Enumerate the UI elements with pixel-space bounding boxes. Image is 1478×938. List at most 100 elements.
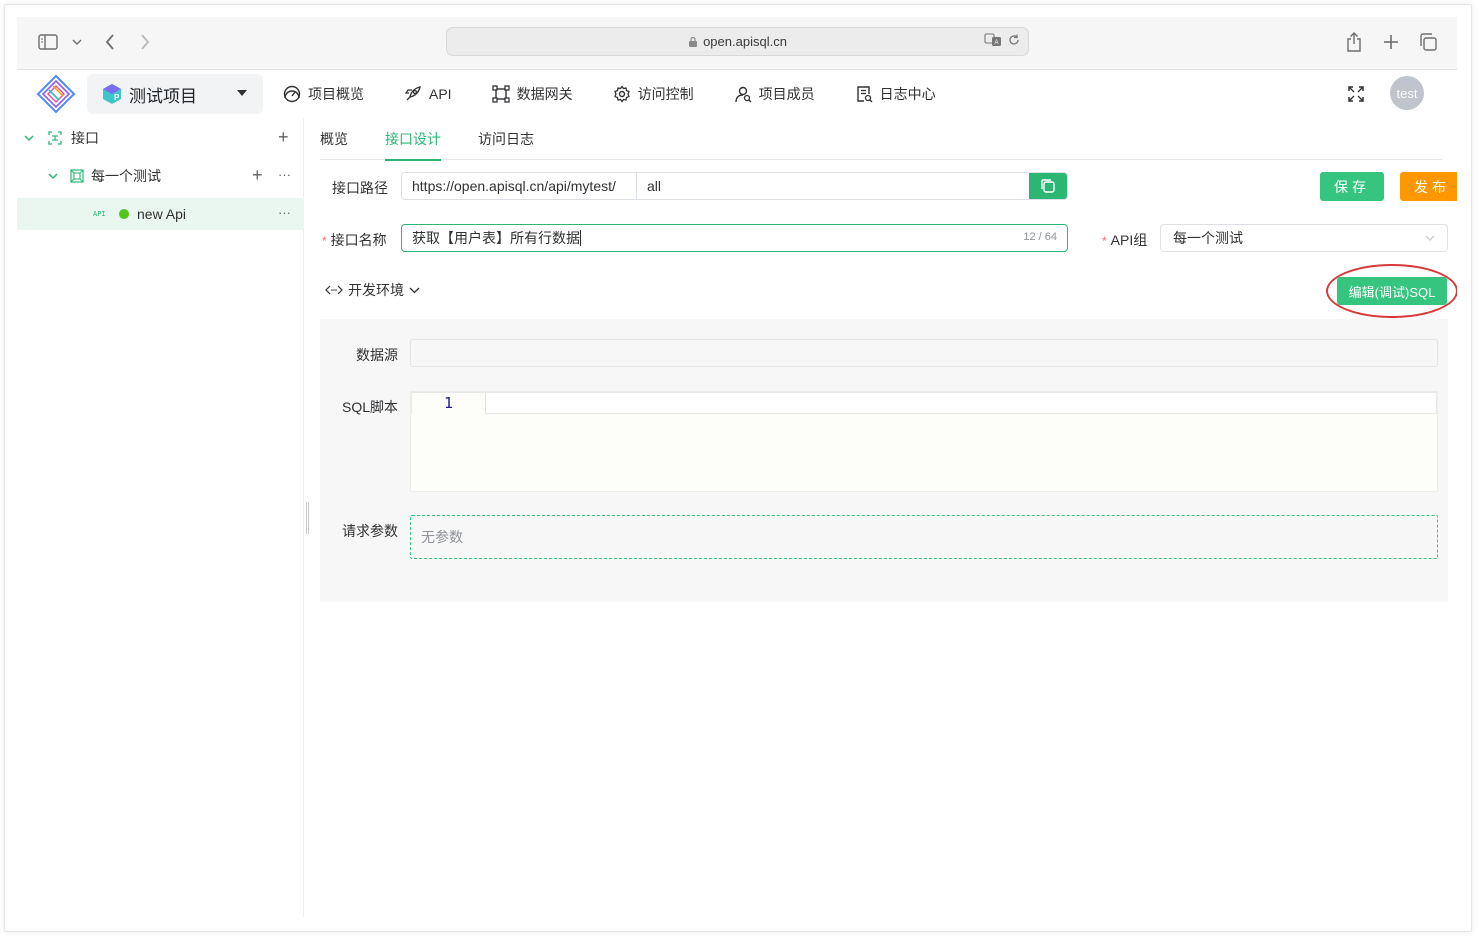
api-tag: API [93,210,106,218]
api-tree-sidebar: 接口 + 每一个测试 + ··· API new Api ··· [17,118,304,917]
tree-root-label: 接口 [71,130,99,146]
tab-label: 概览 [320,131,348,147]
tree-group-label: 每一个测试 [91,168,161,184]
environment-label: 开发环境 [348,282,404,298]
svg-text:A: A [994,40,998,46]
required-mark: * [1102,234,1107,248]
chevron-down-icon[interactable] [66,31,88,53]
interface-icon [48,131,62,145]
tree-api-label: new Api [137,206,187,222]
api-group-value: 每一个测试 [1173,230,1243,246]
nav-label: 项目概览 [308,86,364,102]
api-group-label: * API组 [1102,230,1147,250]
new-tab-icon[interactable] [1380,31,1402,53]
dashboard-icon [283,85,301,103]
char-counter: 12 / 64 [1023,231,1057,243]
path-prefix: https://open.apisql.cn/api/mytest/ [402,173,637,199]
fullscreen-icon[interactable] [1348,86,1364,102]
copy-button[interactable] [1029,173,1067,199]
nav-label: 日志中心 [879,86,936,102]
nav-label: API [429,86,452,102]
name-value: 获取【用户表】所有行数据 [412,230,580,246]
gateway-icon [491,85,510,103]
gear-icon [613,85,630,103]
text-cursor [580,230,581,246]
tab-interface-design[interactable]: 接口设计 [385,118,441,161]
address-bar[interactable]: open.apisql.cn A [446,27,1029,56]
apisql-logo[interactable] [35,74,77,114]
nav-label: 数据网关 [516,86,573,102]
chevron-down-icon[interactable] [24,133,34,143]
more-icon[interactable]: ··· [278,206,291,219]
tab-access-log[interactable]: 访问日志 [478,118,534,160]
tree-api-item[interactable]: API new Api ··· [17,198,304,230]
tree-group-item[interactable]: 每一个测试 + ··· [17,160,304,192]
nav-api[interactable]: API [404,85,452,103]
tab-label: 接口设计 [385,131,441,147]
sql-editor[interactable]: 1 [410,391,1438,492]
params-empty-text: 无参数 [421,529,463,545]
share-icon[interactable] [1343,31,1365,53]
tab-overview-icon[interactable] [1417,31,1439,53]
path-value-input[interactable]: all [637,173,1029,199]
nav-gateway[interactable]: 数据网关 [491,84,573,104]
main-nav: 项目概览 API 数据网关 访问控制 项目成员 日志中心 [283,70,976,118]
svg-text:P: P [114,93,120,102]
nav-access-control[interactable]: 访问控制 [613,84,694,104]
browser-toolbar: open.apisql.cn A [17,17,1457,70]
folder-api-icon [70,169,84,183]
browser-window: open.apisql.cn A P 测试项目 项目概览 API 数据网关 访问… [17,17,1457,917]
name-label: * 接口名称 [322,230,387,250]
api-group-label-text: API组 [1110,232,1148,248]
add-icon[interactable]: + [252,166,263,184]
nav-members[interactable]: 项目成员 [734,84,815,104]
tab-overview[interactable]: 概览 [320,118,348,160]
name-input[interactable]: 获取【用户表】所有行数据 12 / 64 [401,224,1068,252]
api-group-select[interactable]: 每一个测试 [1160,224,1448,252]
project-name: 测试项目 [129,86,197,106]
params-dropzone[interactable]: 无参数 [410,515,1438,559]
url-text: open.apisql.cn [703,34,787,49]
status-dot [119,209,129,219]
sql-config-panel: 数据源 SQL脚本 1 请求参数 无参数 [320,319,1448,602]
params-label: 请求参数 [342,523,398,539]
main-content: 概览 接口设计 访问日志 接口路径 https://open.apisql.cn… [305,118,1457,917]
editor-active-line: 1 [411,392,1437,414]
code-icon [325,285,343,295]
chevron-down-icon [1425,235,1435,241]
app-header: P 测试项目 项目概览 API 数据网关 访问控制 项目成员 日志中心 test [17,70,1457,118]
sidebar-toggle-icon[interactable] [37,31,59,53]
nav-label: 访问控制 [637,86,694,102]
datasource-select[interactable] [410,339,1438,367]
translate-icon[interactable]: A [984,33,1002,50]
project-selector[interactable]: P 测试项目 [87,74,263,114]
tab-bar: 概览 接口设计 访问日志 [320,118,1442,161]
sql-script-label: SQL脚本 [342,399,399,415]
members-icon [734,86,752,103]
more-icon[interactable]: ··· [278,168,291,181]
tab-label: 访问日志 [478,131,534,147]
copy-icon [1041,179,1055,193]
nav-label: 项目成员 [758,86,815,102]
rocket-icon [404,86,421,101]
publish-button[interactable]: 发布 [1400,172,1457,201]
forward-icon[interactable] [134,31,156,53]
line-number: 1 [412,393,486,414]
nav-overview[interactable]: 项目概览 [283,84,364,104]
nav-logs[interactable]: 日志中心 [855,84,936,104]
project-icon: P [103,84,121,104]
back-icon[interactable] [99,31,121,53]
chevron-down-icon[interactable] [48,171,58,181]
tree-root-interfaces[interactable]: 接口 + [17,122,304,154]
environment-selector[interactable]: 开发环境 [325,280,420,300]
avatar[interactable]: test [1390,76,1424,110]
save-button[interactable]: 保存 [1320,172,1384,201]
name-label-text: 接口名称 [330,232,387,248]
lock-icon [689,36,698,47]
caret-down-icon [237,90,247,96]
add-icon[interactable]: + [278,128,289,146]
reload-icon[interactable] [1008,33,1020,50]
datasource-label: 数据源 [356,347,398,363]
log-icon [856,86,873,103]
highlight-annotation [1326,264,1457,318]
